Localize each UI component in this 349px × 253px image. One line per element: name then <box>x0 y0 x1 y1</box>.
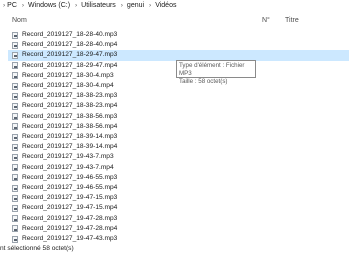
breadcrumb-item-videos[interactable]: Vidéos <box>155 0 176 11</box>
file-icon <box>12 184 18 192</box>
breadcrumb-item-drive[interactable]: Windows (C:) <box>28 0 70 11</box>
chevron-right-icon: › <box>3 2 6 9</box>
chevron-right-icon: › <box>75 2 78 9</box>
file-name: Record_2019127_18-39-14.mp3 <box>22 133 118 140</box>
chevron-right-icon: › <box>120 2 123 9</box>
file-icon <box>12 51 18 59</box>
file-name: Record_2019127_19-46-55.mp4 <box>22 184 118 191</box>
file-row[interactable]: Record_2019127_19-47-28.mp4 <box>8 224 223 234</box>
file-icon <box>12 41 18 49</box>
file-row[interactable]: Record_2019127_19-46-55.mp3 <box>8 173 223 183</box>
file-icon <box>12 31 18 39</box>
file-icon <box>12 82 18 90</box>
file-icon <box>12 102 18 110</box>
status-bar: nt sélectionné 58 octet(s) <box>0 245 349 253</box>
status-text: nt sélectionné 58 octet(s) <box>0 245 74 252</box>
file-row[interactable]: Record_2019127_19-47-43.mp3 <box>8 234 223 244</box>
file-name: Record_2019127_19-47-43.mp3 <box>22 235 118 242</box>
breadcrumb-item-pc[interactable]: PC <box>7 0 17 11</box>
file-row[interactable]: Record_2019127_19-47-15.mp4 <box>8 203 223 213</box>
column-header-title[interactable]: Titre <box>285 15 299 27</box>
file-name: Record_2019127_18-28-40.mp3 <box>22 31 118 38</box>
file-icon <box>12 215 18 223</box>
file-row[interactable]: Record_2019127_18-39-14.mp3 <box>8 132 223 142</box>
file-name: Record_2019127_19-47-28.mp4 <box>22 224 118 232</box>
file-name: Record_2019127_19-47-15.mp3 <box>22 194 118 202</box>
file-name: Record_2019127_19-43-7.mp3 <box>22 153 114 161</box>
file-row[interactable]: Record_2019127_18-28-40.mp4 <box>8 40 223 50</box>
file-row[interactable]: Record_2019127_19-43-7.mp3 <box>8 152 223 162</box>
file-tooltip: Type d'élément : Fichier MP3 Taille : 58… <box>176 60 256 85</box>
file-icon <box>12 113 18 121</box>
tooltip-type: Type d'élément : Fichier MP3 <box>179 62 245 77</box>
tooltip-size: Taille : 58 octet(s) <box>179 78 228 85</box>
file-name: Record_2019127_19-47-28.mp3 <box>22 214 118 222</box>
file-row[interactable]: Record_2019127_19-46-55.mp4 <box>8 183 223 193</box>
column-header-number[interactable]: N° <box>262 15 270 27</box>
chevron-right-icon: › <box>21 2 25 9</box>
file-row[interactable]: Record_2019127_18-38-56.mp4 <box>8 122 223 132</box>
file-icon <box>12 72 18 80</box>
file-row[interactable]: Record_2019127_18-38-23.mp4 <box>8 101 223 111</box>
file-icon <box>12 174 18 182</box>
file-icon <box>12 164 18 172</box>
file-row[interactable]: Record_2019127_19-47-15.mp3 <box>8 193 223 203</box>
file-row[interactable]: Record_2019127_18-38-56.mp3 <box>8 112 223 122</box>
file-icon <box>12 204 18 212</box>
file-name: Record_2019127_19-43-7.mp4 <box>22 163 114 171</box>
file-icon <box>12 194 18 202</box>
file-name: Record_2019127_18-30-4.mp4 <box>22 82 114 89</box>
breadcrumb: › PC › Windows (C:) › Utilisateurs › genui ›… <box>0 0 349 11</box>
file-name: Record_2019127_18-38-23.mp4 <box>22 102 118 110</box>
file-icon <box>12 133 18 141</box>
file-name: Record_2019127_18-29-47.mp3 <box>22 51 118 59</box>
file-row[interactable]: Record_2019127_19-47-28.mp3 <box>8 214 223 224</box>
file-name: Record_2019127_18-30-4.mp3 <box>22 71 114 79</box>
file-icon <box>12 92 18 100</box>
file-row[interactable]: Record_2019127_18-38-23.mp3 <box>8 91 223 101</box>
file-icon <box>12 62 18 70</box>
file-icon <box>12 235 18 243</box>
column-header-name[interactable]: Nom <box>12 15 27 27</box>
file-row[interactable]: Record_2019127_18-39-14.mp4 <box>8 142 223 152</box>
file-name: Record_2019127_18-28-40.mp4 <box>22 41 118 49</box>
chevron-right-icon: › <box>149 2 152 9</box>
file-name: Record_2019127_19-47-15.mp4 <box>22 204 118 212</box>
file-row[interactable]: Record_2019127_19-43-7.mp4 <box>8 163 223 173</box>
file-icon <box>12 153 18 161</box>
breadcrumb-item-users[interactable]: Utilisateurs <box>81 0 116 11</box>
file-icon <box>12 123 18 131</box>
file-name: Record_2019127_18-38-56.mp3 <box>22 112 118 120</box>
column-header-row: Nom N° Titre <box>0 15 349 27</box>
breadcrumb-item-user[interactable]: genui <box>127 0 144 11</box>
file-row[interactable]: Record_2019127_18-28-40.mp3 <box>8 30 223 40</box>
file-icon <box>12 143 18 151</box>
file-icon <box>12 225 18 233</box>
file-name: Record_2019127_18-38-56.mp4 <box>22 122 118 130</box>
file-name: Record_2019127_18-29-47.mp4 <box>22 61 118 69</box>
file-name: Record_2019127_18-38-23.mp3 <box>22 92 118 100</box>
file-name: Record_2019127_19-46-55.mp3 <box>22 173 118 181</box>
file-name: Record_2019127_18-39-14.mp4 <box>22 143 118 151</box>
